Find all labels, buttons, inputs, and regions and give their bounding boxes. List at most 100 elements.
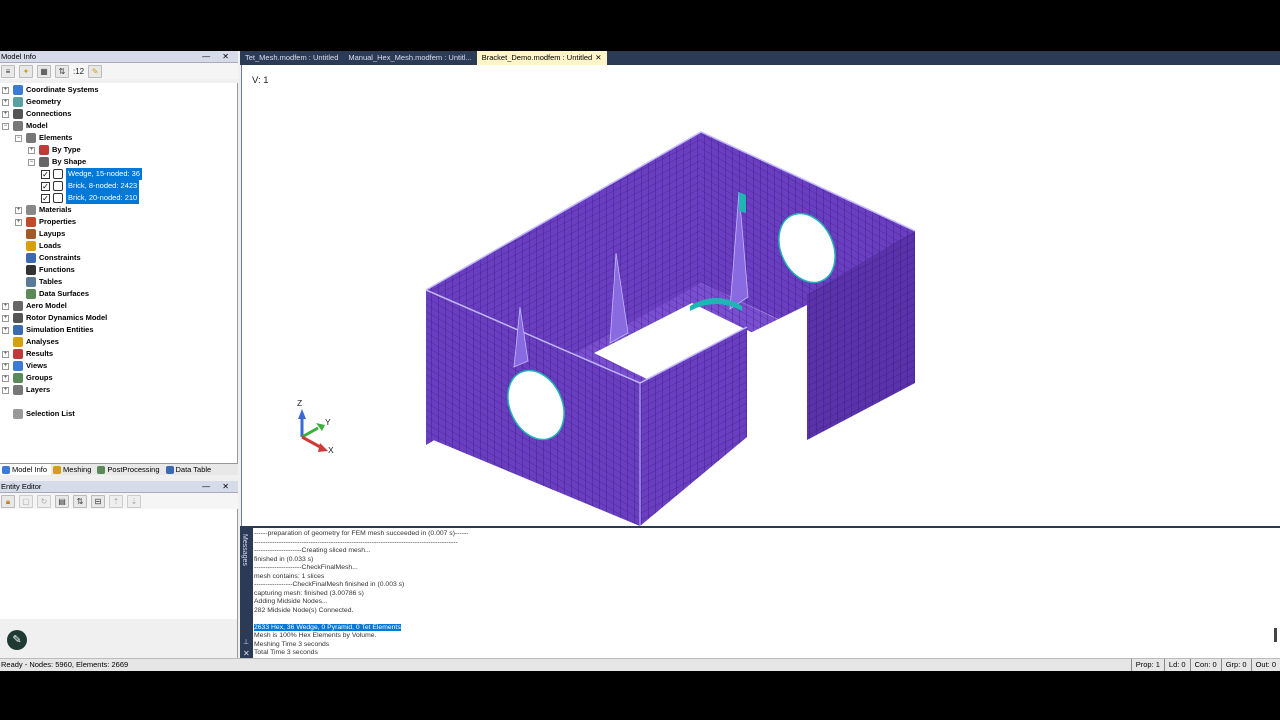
tree-item[interactable]: − Elements (15, 132, 72, 144)
tree-node-icon (26, 229, 36, 239)
expand-icon[interactable]: + (15, 218, 22, 226)
tab-model-info[interactable]: Model Info (0, 464, 52, 475)
checkbox[interactable]: ✓ (41, 193, 50, 203)
message-line: Total Time 3 seconds (254, 649, 318, 656)
tab-model-info-label: Model Info (12, 465, 48, 474)
tree-item[interactable]: Functions (15, 264, 75, 276)
edit-fab-button[interactable]: ✎ (7, 630, 27, 650)
close-tab-icon[interactable]: ✕ (595, 53, 601, 62)
tree-item-label: Materials (39, 205, 72, 214)
tab-meshing[interactable]: Meshing (51, 464, 95, 475)
tree-view-icon[interactable]: ≡ (1, 64, 15, 78)
pencil-icon[interactable]: ✎ (88, 64, 103, 78)
expand-icon[interactable]: + (28, 146, 35, 154)
graphics-viewport[interactable]: V: 1 Z Y X (241, 65, 1280, 526)
expand-icon[interactable]: + (2, 362, 9, 370)
tree-item[interactable]: + Materials (15, 204, 72, 216)
tree-item[interactable]: + Simulation Entities (2, 324, 94, 336)
tree-item[interactable]: + Results (2, 348, 53, 360)
highlight-icon[interactable]: ✦ (19, 64, 33, 78)
tree-item[interactable]: + Layers (2, 384, 50, 396)
expand-icon[interactable]: + (15, 206, 22, 214)
tree-item[interactable]: + Rotor Dynamics Model (2, 312, 107, 324)
expand-icon[interactable]: + (2, 326, 9, 334)
model-info-pane-controls[interactable]: — ✕ (202, 51, 234, 63)
tree-item[interactable]: + Geometry (2, 96, 61, 108)
tab-tet-mesh[interactable]: Tet_Mesh.modfem : Untitled (240, 51, 343, 65)
move-up-icon[interactable]: ⇡ (109, 494, 123, 508)
shape-icon (53, 193, 63, 203)
entity-editor-footer: ✎ (0, 619, 238, 658)
expand-icon[interactable]: + (2, 374, 9, 382)
expand-icon[interactable]: − (2, 122, 9, 130)
tree-item[interactable]: Layups (15, 228, 65, 240)
expand-icon[interactable]: + (2, 386, 9, 394)
tree-item[interactable]: + Coordinate Systems (2, 84, 99, 96)
messages-side-tab[interactable]: Messages ⊥ ✕ (240, 528, 253, 660)
tree-item[interactable]: ✓ Brick, 8-noded: 2423 (41, 180, 140, 192)
tree-item-label: Simulation Entities (26, 325, 94, 334)
model-info-title: Model Info (1, 52, 37, 61)
message-line: 282 Midside Node(s) Connected. (254, 606, 354, 614)
expand-icon[interactable]: + (2, 314, 9, 322)
tree-item[interactable]: + Groups (2, 372, 53, 384)
expand-icon[interactable]: + (2, 98, 9, 106)
tree-item[interactable]: Analyses (2, 336, 59, 348)
expand-icon[interactable]: − (15, 134, 22, 142)
messages-scrollbar[interactable] (1274, 628, 1277, 642)
pin-icon[interactable]: ⊥ (243, 638, 249, 646)
checkbox[interactable]: ✓ (41, 181, 50, 191)
move-down-icon[interactable]: ⇣ (127, 494, 141, 508)
postprocessing-tab-icon (97, 465, 106, 474)
expand-icon[interactable]: − (28, 158, 35, 166)
tree-item[interactable]: ✓ Brick, 20-noded: 210 (41, 192, 140, 204)
tab-manual-hex-mesh[interactable]: Manual_Hex_Mesh.modfem : Untitl... (343, 51, 476, 65)
z-axis-label: Z (297, 398, 303, 408)
entity-editor-pane-controls[interactable]: — ✕ (202, 481, 234, 493)
tree-item[interactable]: Data Surfaces (15, 288, 89, 300)
tree-item-label: Connections (26, 109, 72, 118)
sort-az-icon[interactable]: ⇅ (73, 494, 87, 508)
message-line: ------preparation of geometry for FEM me… (254, 530, 469, 537)
collapse-icon[interactable]: ⊟ (91, 494, 105, 508)
entity-editor-header: Entity Editor — ✕ (0, 481, 238, 493)
tree-item[interactable]: + Aero Model (2, 300, 67, 312)
tab-postprocessing[interactable]: PostProcessing (95, 464, 163, 475)
categorize-icon[interactable]: ▤ (55, 494, 69, 508)
tree-node-icon (26, 289, 36, 299)
expand-icon[interactable]: + (2, 350, 9, 358)
message-line: mesh contains: 1 slices (254, 572, 325, 580)
tree-item[interactable]: + Connections (2, 108, 71, 120)
filter-icon[interactable]: ▦ (37, 64, 51, 78)
status-cell: Prop: 1 (1130, 659, 1164, 671)
message-line: ---------------------CheckFinalMesh... (254, 564, 358, 571)
tree-item[interactable]: + Views (2, 360, 47, 372)
sort-icon[interactable]: ⇅ (55, 64, 69, 78)
expand-icon[interactable]: + (2, 110, 9, 118)
tab-data-table[interactable]: Data Table (164, 464, 216, 475)
copy-icon[interactable]: ▢ (19, 494, 33, 508)
tree-item-label: Layers (26, 385, 51, 394)
tree-item[interactable]: Loads (15, 240, 61, 252)
messages-label: Messages (241, 534, 248, 566)
tree-node-icon (13, 337, 23, 347)
tree-item[interactable]: ✓ Wedge, 15-noded: 36 (41, 168, 143, 180)
close-messages-icon[interactable]: ✕ (243, 649, 250, 658)
tree-item[interactable]: Constraints (15, 252, 81, 264)
tab-bracket-demo[interactable]: Bracket_Demo.modfem : Untitled ✕ (476, 51, 607, 65)
tree-node-icon (26, 241, 36, 251)
tree-item[interactable]: + By Type (28, 144, 81, 156)
checkbox[interactable]: ✓ (41, 169, 50, 179)
tree-item[interactable]: − Model (2, 120, 48, 132)
mesh-model[interactable] (242, 65, 1280, 526)
expand-icon[interactable]: + (2, 302, 9, 310)
tree-item[interactable]: + Properties (15, 216, 76, 228)
tree-item[interactable]: − By Shape (28, 156, 86, 168)
expand-icon[interactable]: + (2, 86, 9, 94)
refresh-icon[interactable]: ↻ (37, 494, 51, 508)
tree-item[interactable]: Selection List (2, 408, 75, 420)
tree-node-icon (13, 121, 23, 131)
tab-manual-hex-mesh-label: Manual_Hex_Mesh.modfem : Untitl... (348, 53, 472, 62)
lock-icon[interactable]: 🔒︎ (1, 494, 15, 508)
tree-item[interactable]: Tables (15, 276, 62, 288)
